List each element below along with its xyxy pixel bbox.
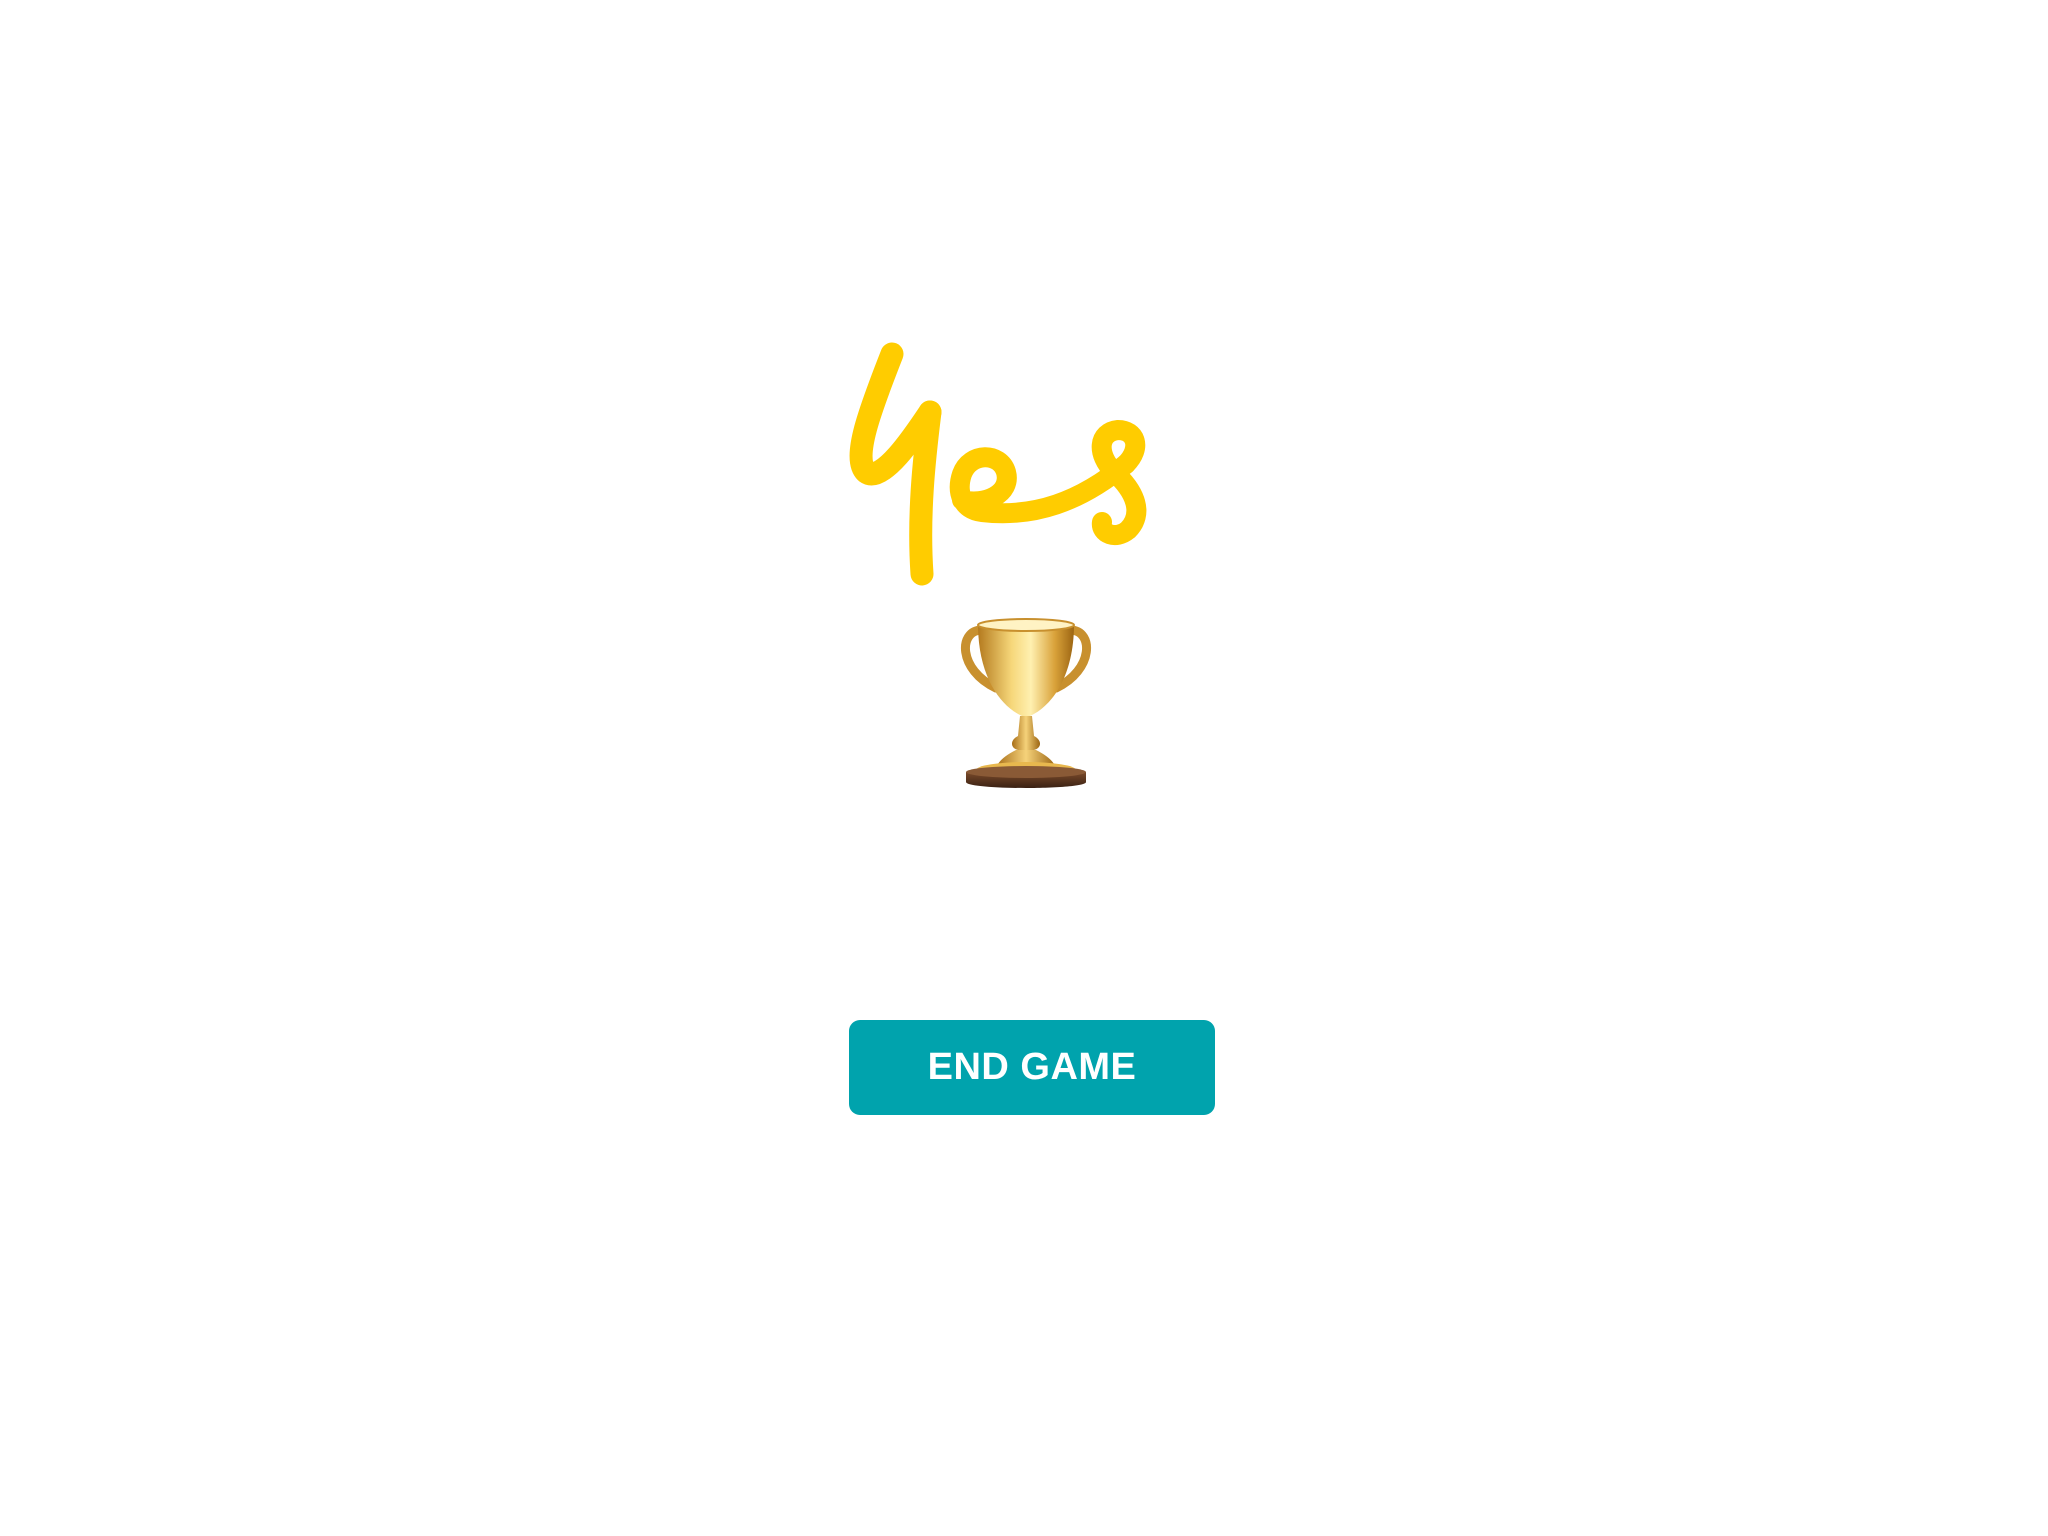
trophy-icon: [960, 618, 1092, 788]
end-game-button-label: END GAME: [927, 1046, 1137, 1088]
end-game-button[interactable]: END GAME: [849, 1020, 1215, 1115]
yes-logo: [849, 342, 1147, 586]
game-result-screen: END GAME: [0, 0, 2048, 1536]
